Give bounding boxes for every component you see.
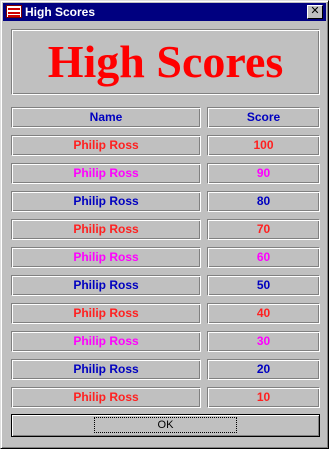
score-value: 90 [256, 166, 271, 180]
high-scores-banner: High Scores [11, 29, 320, 95]
close-icon: ✕ [310, 5, 320, 17]
name-column-header: Name [11, 107, 201, 128]
score-name-cell: Philip Ross [11, 163, 201, 184]
score-value-cell: 10 [207, 387, 320, 408]
score-name-cell: Philip Ross [11, 135, 201, 156]
score-value-cell: 30 [207, 331, 320, 352]
score-value-cell: 60 [207, 247, 320, 268]
score-name-cell: Philip Ross [11, 303, 201, 324]
player-name: Philip Ross [73, 362, 139, 376]
score-column-header: Score [207, 107, 320, 128]
score-value: 30 [256, 334, 271, 348]
score-name-cell: Philip Ross [11, 191, 201, 212]
score-value-cell: 90 [207, 163, 320, 184]
score-name-cell: Philip Ross [11, 359, 201, 380]
name-header-label: Name [89, 110, 123, 124]
player-name: Philip Ross [73, 306, 139, 320]
player-name: Philip Ross [73, 250, 139, 264]
score-value: 40 [256, 306, 271, 320]
score-name-cell: Philip Ross [11, 247, 201, 268]
player-name: Philip Ross [73, 278, 139, 292]
score-value-cell: 80 [207, 191, 320, 212]
score-value-cell: 50 [207, 275, 320, 296]
title-bar[interactable]: High Scores ✕ [3, 3, 326, 21]
score-value: 80 [256, 194, 271, 208]
score-value-cell: 20 [207, 359, 320, 380]
score-value: 20 [256, 362, 271, 376]
player-name: Philip Ross [73, 166, 139, 180]
score-name-cell: Philip Ross [11, 387, 201, 408]
score-value: 10 [256, 390, 271, 404]
app-icon [6, 5, 22, 18]
player-name: Philip Ross [73, 334, 139, 348]
score-value: 50 [256, 278, 271, 292]
banner-title: High Scores [47, 36, 284, 87]
high-scores-window: High Scores ✕ High Scores Name Score Phi… [0, 0, 329, 449]
player-name: Philip Ross [73, 194, 139, 208]
score-value-cell: 100 [207, 135, 320, 156]
ok-button[interactable]: OK [11, 414, 320, 437]
close-button[interactable]: ✕ [307, 5, 323, 19]
player-name: Philip Ross [73, 138, 139, 152]
window-title: High Scores [25, 5, 96, 19]
score-value-cell: 40 [207, 303, 320, 324]
score-name-cell: Philip Ross [11, 275, 201, 296]
score-name-cell: Philip Ross [11, 331, 201, 352]
score-name-cell: Philip Ross [11, 219, 201, 240]
player-name: Philip Ross [73, 222, 139, 236]
player-name: Philip Ross [73, 390, 139, 404]
ok-button-label: OK [93, 417, 238, 433]
score-value: 60 [256, 250, 271, 264]
score-value: 70 [256, 222, 271, 236]
score-value: 100 [253, 138, 274, 152]
score-header-label: Score [246, 110, 281, 124]
score-value-cell: 70 [207, 219, 320, 240]
